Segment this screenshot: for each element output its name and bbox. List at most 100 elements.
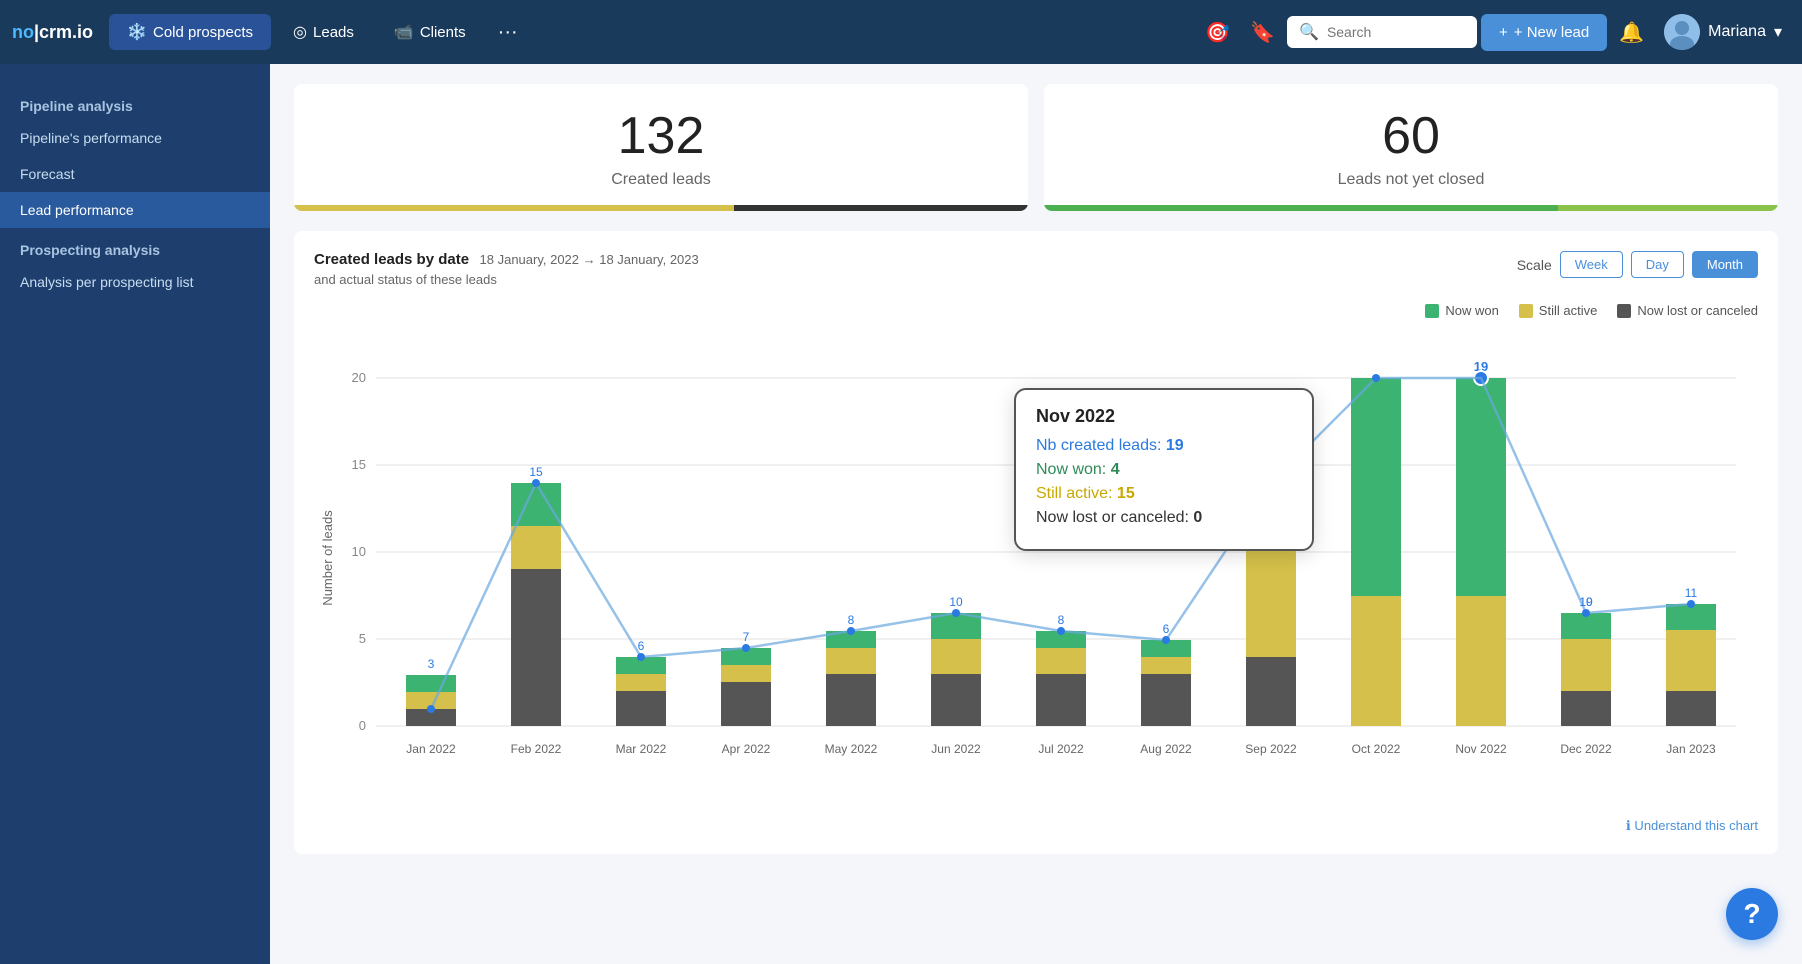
stat-card-created-leads: 132 Created leads xyxy=(294,84,1028,211)
chart-area: 20 15 10 5 0 Number of leads 3 xyxy=(314,328,1758,808)
chart-section: Created leads by date 18 January, 2022 →… xyxy=(294,231,1778,854)
user-menu[interactable]: Mariana ▾ xyxy=(1656,10,1790,54)
dot-may22 xyxy=(847,627,855,635)
bar-jul22-lost xyxy=(1036,674,1086,726)
legend-lost-label: Now lost or canceled xyxy=(1637,303,1758,318)
new-lead-plus-icon: + xyxy=(1499,24,1508,41)
tooltip-active-label: Still active: xyxy=(1036,485,1112,502)
not-closed-label: Leads not yet closed xyxy=(1064,171,1758,189)
dot-oct22 xyxy=(1372,374,1380,382)
main-content: 132 Created leads 60 Leads not yet close… xyxy=(270,64,1802,964)
created-leads-number: 132 xyxy=(314,108,1008,165)
tooltip-month: Nov 2022 xyxy=(1036,406,1292,427)
bar-nov22-won xyxy=(1456,378,1506,596)
tooltip-active-value: 15 xyxy=(1117,485,1135,502)
bar-jan23-lost xyxy=(1666,691,1716,726)
new-lead-label: + New lead xyxy=(1514,24,1589,41)
nav-tab-cold-prospects[interactable]: ❄️ Cold prospects xyxy=(109,14,271,50)
sidebar-item-lead-performance[interactable]: Lead performance xyxy=(0,192,270,228)
nav-tab-leads[interactable]: ◎ Leads xyxy=(275,14,372,50)
user-chevron-icon: ▾ xyxy=(1774,22,1782,42)
tooltip-lost-value: 0 xyxy=(1193,509,1202,526)
stat-bar-light-green xyxy=(1558,205,1778,211)
svg-text:Apr 2022: Apr 2022 xyxy=(722,742,771,756)
scale-month-button[interactable]: Month xyxy=(1692,251,1758,278)
svg-text:15: 15 xyxy=(529,465,543,479)
chart-legend: Now won Still active Now lost or cancele… xyxy=(314,303,1758,318)
not-closed-number: 60 xyxy=(1064,108,1758,165)
bar-aug22-lost xyxy=(1141,674,1191,726)
scale-buttons: Scale Week Day Month xyxy=(1517,251,1758,278)
tooltip-lost-label: Now lost or canceled: xyxy=(1036,509,1189,526)
help-fab-button[interactable]: ? xyxy=(1726,888,1778,940)
bar-sep22-lost xyxy=(1246,657,1296,726)
bookmark-icon[interactable]: 🔖 xyxy=(1242,12,1283,53)
stat-card-not-closed: 60 Leads not yet closed xyxy=(1044,84,1778,211)
svg-text:11: 11 xyxy=(1685,586,1698,600)
sidebar-item-forecast[interactable]: Forecast xyxy=(0,156,270,192)
bar-may22-active xyxy=(826,648,876,674)
nav-more-button[interactable]: ··· xyxy=(488,13,528,52)
sidebar-item-pipelines-performance[interactable]: Pipeline's performance xyxy=(0,120,270,156)
svg-text:Jul 2022: Jul 2022 xyxy=(1038,742,1084,756)
svg-text:5: 5 xyxy=(359,631,366,646)
bar-nov22-active xyxy=(1456,596,1506,726)
svg-text:15: 15 xyxy=(352,457,366,472)
tooltip-lost: Now lost or canceled: 0 xyxy=(1036,509,1292,527)
bar-dec22-active xyxy=(1561,639,1611,691)
bar-dec22-lost xyxy=(1561,691,1611,726)
cold-prospects-label: Cold prospects xyxy=(153,24,253,41)
svg-text:8: 8 xyxy=(848,613,855,627)
chart-title-line: Created leads by date 18 January, 2022 →… xyxy=(314,251,699,269)
svg-text:Oct 2022: Oct 2022 xyxy=(1352,742,1401,756)
bar-jun22-active xyxy=(931,639,981,674)
chart-date-range: 18 January, 2022 → 18 January, 2023 xyxy=(480,252,699,267)
tooltip-won-value: 4 xyxy=(1111,461,1120,478)
bar-apr22-lost xyxy=(721,682,771,726)
bar-oct22-active xyxy=(1351,596,1401,726)
bar-jun22-lost xyxy=(931,674,981,726)
dot-dec22 xyxy=(1582,609,1590,617)
legend-active: Still active xyxy=(1519,303,1598,318)
tooltip-won: Now won: 4 xyxy=(1036,461,1292,479)
svg-text:Jan 2022: Jan 2022 xyxy=(406,742,456,756)
search-box[interactable]: 🔍 xyxy=(1287,16,1477,48)
created-leads-label: Created leads xyxy=(314,171,1008,189)
nav-tab-clients[interactable]: 📹 Clients xyxy=(376,14,484,50)
understand-chart-link[interactable]: ℹ Understand this chart xyxy=(314,818,1758,834)
bar-may22-lost xyxy=(826,674,876,726)
bar-jan22-won xyxy=(406,675,456,692)
svg-text:Mar 2022: Mar 2022 xyxy=(616,742,667,756)
search-input[interactable] xyxy=(1327,24,1465,40)
legend-won-color xyxy=(1425,304,1439,318)
bar-jan23-active xyxy=(1666,630,1716,691)
chart-tooltip: Nov 2022 Nb created leads: 19 Now won: 4… xyxy=(1014,388,1314,551)
dot-apr22 xyxy=(742,644,750,652)
scale-day-button[interactable]: Day xyxy=(1631,251,1684,278)
notifications-icon[interactable]: 🔔 xyxy=(1611,12,1652,53)
leads-label: Leads xyxy=(313,24,354,41)
chart-subtitle: and actual status of these leads xyxy=(314,272,699,287)
svg-text:Sep 2022: Sep 2022 xyxy=(1245,742,1297,756)
svg-text:7: 7 xyxy=(743,630,750,644)
svg-text:May 2022: May 2022 xyxy=(825,742,878,756)
svg-text:Number of leads: Number of leads xyxy=(320,510,335,606)
search-icon: 🔍 xyxy=(1299,22,1319,42)
svg-text:Dec 2022: Dec 2022 xyxy=(1560,742,1612,756)
leads-icon: ◎ xyxy=(293,22,307,42)
svg-text:Jan 2023: Jan 2023 xyxy=(1666,742,1716,756)
svg-text:Nov 2022: Nov 2022 xyxy=(1455,742,1507,756)
svg-text:0: 0 xyxy=(359,718,366,733)
dot-aug22 xyxy=(1162,636,1170,644)
main-layout: Pipeline analysis Pipeline's performance… xyxy=(0,64,1802,964)
scale-week-button[interactable]: Week xyxy=(1560,251,1623,278)
new-lead-button[interactable]: + + New lead xyxy=(1481,14,1607,51)
goals-icon[interactable]: 🎯 xyxy=(1197,12,1238,53)
svg-text:Jun 2022: Jun 2022 xyxy=(931,742,981,756)
chart-title-block: Created leads by date 18 January, 2022 →… xyxy=(314,251,699,287)
dot-jul22 xyxy=(1057,627,1065,635)
logo: no|crm.io xyxy=(12,22,93,43)
legend-active-label: Still active xyxy=(1539,303,1598,318)
dot-feb22 xyxy=(532,479,540,487)
sidebar-item-analysis-per-prospecting[interactable]: Analysis per prospecting list xyxy=(0,264,270,300)
